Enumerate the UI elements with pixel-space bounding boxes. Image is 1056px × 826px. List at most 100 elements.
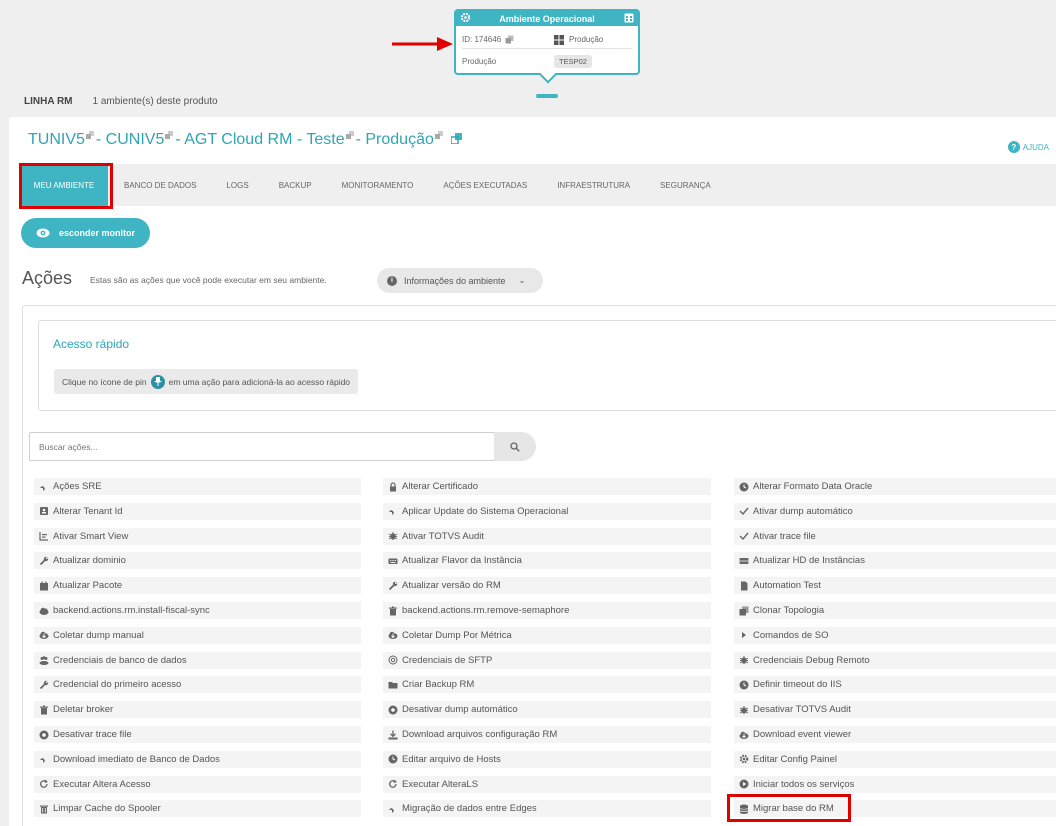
tab-acoes-executadas[interactable]: AÇÕES EXECUTADAS — [428, 164, 542, 206]
tab-seguranca[interactable]: SEGURANÇA — [645, 164, 726, 206]
action-item[interactable]: Iniciar todos os serviços — [734, 775, 1056, 793]
action-label: Ativar Smart View — [53, 530, 129, 542]
action-item[interactable]: Aplicar Update do Sistema Operacional — [383, 502, 711, 520]
action-item[interactable]: Editar Config Painel — [734, 750, 1056, 768]
action-item[interactable]: Automation Test — [734, 577, 1056, 595]
help-label: AJUDA — [1022, 142, 1049, 152]
tab-backup[interactable]: BACKUP — [264, 164, 327, 206]
action-item[interactable]: Desativar trace file — [34, 726, 361, 743]
action-item[interactable]: Desativar dump automático — [383, 701, 711, 719]
action-item[interactable]: Ativar TOTVS Audit — [383, 527, 711, 545]
hide-monitor-button[interactable]: esconder monitor — [21, 218, 150, 248]
copy-icon[interactable] — [165, 131, 174, 139]
hide-monitor-label: esconder monitor — [58, 228, 135, 238]
action-item[interactable]: Ativar Smart View — [34, 527, 361, 545]
red-highlight-migrar — [727, 794, 851, 822]
action-label: Migração de dados entre Edges — [402, 803, 537, 815]
action-item[interactable]: Criar Backup RM — [383, 676, 711, 694]
action-item[interactable]: backend.actions.rm.install-fiscal-sync — [34, 602, 361, 619]
quick-access-panel: Acesso rápido Clique no ícone de pin em … — [38, 320, 1056, 411]
action-item[interactable]: Download arquivos configuração RM — [383, 726, 711, 743]
rocket-icon — [388, 506, 398, 516]
action-item[interactable]: Atualizar versão do RM — [383, 577, 711, 595]
carousel-indicator[interactable] — [536, 94, 558, 98]
action-item[interactable]: Credencial do primeiro acesso — [34, 676, 361, 694]
action-item[interactable]: Editar arquivo de Hosts — [383, 750, 711, 768]
search-button[interactable] — [494, 432, 536, 461]
tab-infraestrutura[interactable]: INFRAESTRUTURA — [542, 164, 645, 206]
gear-icon — [739, 754, 749, 764]
action-item[interactable]: Ativar trace file — [734, 527, 1056, 545]
action-item[interactable]: Coletar dump manual — [34, 626, 361, 644]
action-item[interactable]: Atualizar HD de Instâncias — [734, 552, 1056, 570]
action-label: Download imediato de Banco de Dados — [53, 753, 220, 765]
action-label: Comandos de SO — [753, 629, 829, 641]
action-label: Desativar dump automático — [402, 704, 518, 716]
action-item[interactable]: Desativar TOTVS Audit — [734, 701, 1056, 719]
action-item[interactable]: Download event viewer — [734, 726, 1056, 743]
action-item[interactable]: Atualizar dominio — [34, 552, 361, 570]
quick-access-title: Acesso rápido — [53, 337, 130, 351]
action-item[interactable]: Coletar Dump Por Métrica — [383, 626, 711, 644]
tab-logs[interactable]: LOGS — [211, 164, 263, 206]
action-label: Atualizar HD de Instâncias — [753, 555, 865, 567]
action-label: Ativar TOTVS Audit — [402, 530, 485, 542]
action-item[interactable]: Alterar Certificado — [383, 478, 711, 495]
environment-tag: TESP02 — [554, 54, 592, 68]
action-item[interactable]: Ações SRE — [34, 478, 361, 495]
gear-icon[interactable] — [460, 12, 471, 23]
action-item[interactable]: Deletar broker — [34, 701, 361, 719]
actions-description: Estas são as ações que você pode executa… — [90, 275, 327, 285]
environment-card[interactable]: Ambiente Operacional ID: 174646 Produção… — [454, 9, 640, 84]
copy-icon[interactable] — [505, 35, 514, 44]
calendar-icon[interactable] — [624, 12, 634, 23]
hdd-icon — [739, 556, 749, 566]
folder-icon — [388, 680, 398, 690]
search-actions-input[interactable] — [29, 432, 495, 461]
action-item[interactable]: Definir timeout do IIS — [734, 676, 1056, 694]
file-icon — [739, 581, 749, 591]
tab-banco-de-dados[interactable]: BANCO DE DADOS — [108, 164, 211, 206]
action-item[interactable]: Download imediato de Banco de Dados — [34, 750, 361, 768]
tab-monitoramento[interactable]: MONITORAMENTO — [327, 164, 429, 206]
action-item[interactable]: Executar AlteraLS — [383, 775, 711, 793]
quick-access-hint-before: Clique no ícone de pin — [62, 376, 147, 387]
action-item[interactable]: Atualizar Pacote — [34, 577, 361, 595]
action-item[interactable]: Limpar Cache do Spooler — [34, 800, 361, 818]
quick-access-hint: Clique no ícone de pin em uma ação para … — [54, 369, 359, 394]
title-product: - AGT Cloud RM - Teste — [175, 131, 345, 148]
copy-icon[interactable] — [345, 131, 354, 139]
copy-all-icon[interactable] — [450, 133, 462, 144]
environment-info-dropdown[interactable]: i Informações do ambiente ⌄ — [377, 268, 543, 293]
action-item[interactable]: Executar Altera Acesso — [34, 775, 361, 793]
product-line-count-text: 1 ambiente(s) deste produto — [92, 96, 218, 107]
action-item[interactable]: Clonar Topologia — [734, 602, 1056, 619]
help-link[interactable]: ? AJUDA — [1007, 141, 1049, 153]
action-item[interactable]: Credenciais de SFTP — [383, 651, 711, 669]
action-label: Clonar Topologia — [753, 605, 825, 616]
red-arrow-annotation — [392, 37, 453, 51]
copy-icon[interactable] — [85, 131, 94, 139]
circle-dot-icon — [39, 730, 49, 740]
action-item[interactable]: Alterar Formato Data Oracle — [734, 478, 1056, 495]
action-item[interactable]: Atualizar Flavor da Instância — [383, 552, 711, 570]
action-item[interactable]: Comandos de SO — [734, 626, 1056, 644]
action-item[interactable]: Credenciais Debug Remoto — [734, 651, 1056, 669]
copy-icon[interactable] — [434, 131, 443, 139]
action-label: Coletar Dump Por Métrica — [402, 629, 512, 641]
action-label: Executar Altera Acesso — [53, 778, 151, 790]
action-label: Ativar dump automático — [753, 505, 853, 517]
action-label: Credenciais Debug Remoto — [753, 654, 870, 666]
id-badge-icon — [39, 506, 49, 516]
action-label: Atualizar Flavor da Instância — [402, 555, 522, 567]
action-item[interactable]: Migração de dados entre Edges — [383, 800, 711, 818]
action-item[interactable]: Alterar Tenant Id — [34, 502, 361, 520]
redo-icon — [39, 779, 49, 789]
action-item[interactable]: backend.actions.rm.remove-semaphore — [383, 602, 711, 619]
page-title: TUNIV5 - CUNIV5 - AGT Cloud RM - Teste -… — [28, 131, 464, 149]
help-icon: ? — [1007, 141, 1020, 153]
action-label: Deletar broker — [53, 704, 114, 716]
action-item[interactable]: Credenciais de banco de dados — [34, 651, 361, 669]
action-label: Atualizar Pacote — [53, 580, 123, 592]
action-item[interactable]: Ativar dump automático — [734, 502, 1056, 520]
